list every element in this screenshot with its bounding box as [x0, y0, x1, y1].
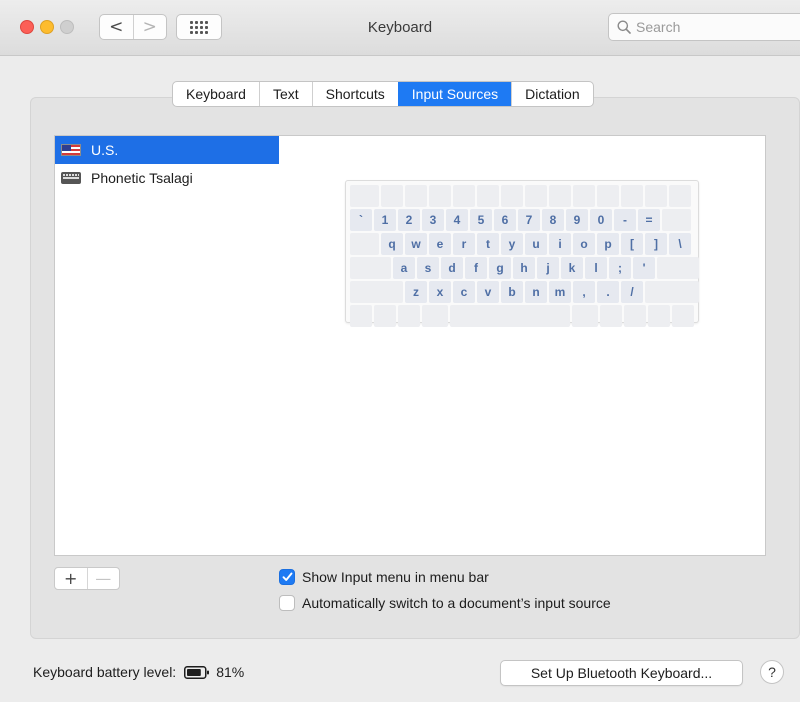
keyboard-layout-preview: ` 1 2 3 4 5 6 7 8 9 0 - = q w e r t y u … [345, 180, 699, 327]
key: o [573, 233, 595, 255]
key: ] [645, 233, 667, 255]
search-placeholder: Search [636, 19, 681, 35]
key: ; [609, 257, 631, 279]
key: p [597, 233, 619, 255]
key: 2 [398, 209, 420, 231]
tab-bar: Keyboard Text Shortcuts Input Sources Di… [172, 81, 594, 107]
tab-text[interactable]: Text [258, 82, 312, 106]
title-bar: < > Keyboard Search [0, 0, 800, 56]
tab-keyboard[interactable]: Keyboard [173, 82, 259, 106]
key: - [614, 209, 636, 231]
key: 8 [542, 209, 564, 231]
keyboard-row-1: ` 1 2 3 4 5 6 7 8 9 0 - = [350, 209, 694, 231]
key: r [453, 233, 475, 255]
us-flag-icon [61, 144, 81, 156]
input-sources-list[interactable]: U.S. Phonetic Tsalagi [54, 135, 280, 556]
key: f [465, 257, 487, 279]
key: x [429, 281, 451, 303]
keyboard-icon [61, 172, 81, 184]
key: z [405, 281, 427, 303]
keyboard-row-2: q w e r t y u i o p [ ] \ [350, 233, 694, 255]
tab-dictation[interactable]: Dictation [511, 82, 592, 106]
key: l [585, 257, 607, 279]
key: b [501, 281, 523, 303]
key: 6 [494, 209, 516, 231]
key: ` [350, 209, 372, 231]
checkmark-icon [282, 572, 292, 581]
list-item-phonetic-tsalagi[interactable]: Phonetic Tsalagi [55, 164, 279, 192]
add-remove-control: + — [54, 567, 120, 590]
key: \ [669, 233, 691, 255]
key: 7 [518, 209, 540, 231]
key: n [525, 281, 547, 303]
add-input-source-button[interactable]: + [55, 568, 87, 589]
search-field[interactable]: Search [608, 13, 800, 41]
key: / [621, 281, 643, 303]
show-input-menu-checkbox[interactable] [279, 569, 295, 585]
battery-icon [184, 665, 210, 679]
auto-switch-label: Automatically switch to a document’s inp… [302, 595, 611, 611]
key: 4 [446, 209, 468, 231]
key: ' [633, 257, 655, 279]
key: . [597, 281, 619, 303]
auto-switch-option[interactable]: Automatically switch to a document’s inp… [279, 595, 611, 611]
key: , [573, 281, 595, 303]
key: c [453, 281, 475, 303]
keyboard-row-function [350, 185, 694, 207]
key: v [477, 281, 499, 303]
list-item-us[interactable]: U.S. [55, 136, 279, 164]
battery-status: Keyboard battery level: 81% [33, 664, 244, 680]
key: h [513, 257, 535, 279]
key: e [429, 233, 451, 255]
tab-input-sources[interactable]: Input Sources [397, 82, 512, 106]
key: = [638, 209, 660, 231]
key: t [477, 233, 499, 255]
help-button[interactable]: ? [760, 660, 784, 684]
key: m [549, 281, 571, 303]
key: q [381, 233, 403, 255]
key: [ [621, 233, 643, 255]
key: y [501, 233, 523, 255]
auto-switch-checkbox[interactable] [279, 595, 295, 611]
list-item-label: U.S. [91, 142, 119, 158]
key: 3 [422, 209, 444, 231]
keyboard-row-3: a s d f g h j k l ; ' [350, 257, 699, 279]
key: d [441, 257, 463, 279]
key: j [537, 257, 559, 279]
key: 5 [470, 209, 492, 231]
key: 1 [374, 209, 396, 231]
keyboard-row-space [350, 305, 694, 327]
minus-icon: — [95, 569, 112, 588]
plus-icon: + [64, 569, 78, 588]
show-input-menu-option[interactable]: Show Input menu in menu bar [279, 569, 489, 585]
key: 9 [566, 209, 588, 231]
remove-input-source-button[interactable]: — [86, 568, 120, 589]
tab-shortcuts[interactable]: Shortcuts [311, 82, 398, 106]
show-input-menu-label: Show Input menu in menu bar [302, 569, 489, 585]
list-item-label: Phonetic Tsalagi [91, 170, 193, 186]
setup-bluetooth-keyboard-button[interactable]: Set Up Bluetooth Keyboard... [500, 660, 743, 686]
search-icon [617, 20, 631, 34]
battery-percent: 81% [216, 664, 245, 680]
key: i [549, 233, 571, 255]
key: g [489, 257, 511, 279]
key: 0 [590, 209, 612, 231]
key: a [393, 257, 415, 279]
battery-label: Keyboard battery level: [33, 664, 177, 680]
key: u [525, 233, 547, 255]
key: k [561, 257, 583, 279]
key: s [417, 257, 439, 279]
key: w [405, 233, 427, 255]
keyboard-row-4: z x c v b n m , . / [350, 281, 699, 303]
